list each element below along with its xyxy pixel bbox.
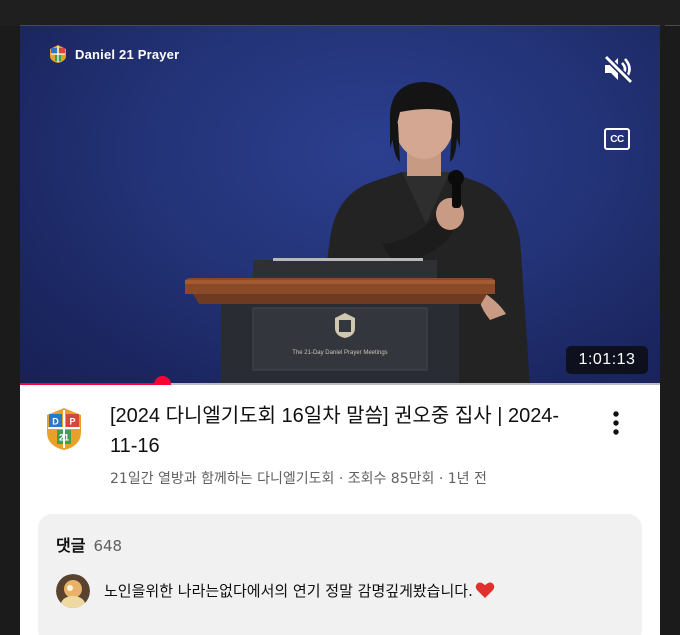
- podium: [185, 258, 495, 385]
- top-comment: 노인을위한 나라는없다에서의 연기 정말 감명깊게봤습니다.: [104, 580, 495, 601]
- video-meta[interactable]: 21일간 열방과 함께하는 다니엘기도회 · 조회수 85만회 · 1년 전: [110, 468, 610, 488]
- top-comment-text: 노인을위한 나라는없다에서의 연기 정말 감명깊게봤습니다.: [104, 582, 473, 600]
- progress-scrubber[interactable]: [154, 376, 172, 385]
- comments-panel[interactable]: 댓글 648 노인을위한 나라는없다에서의 연기 정말 감명깊게봤습니다.: [38, 514, 642, 635]
- video-title[interactable]: [2024 다니엘기도회 16일차 말씀] 권오중 집사 | 2024-11-1…: [110, 401, 580, 461]
- duration-badge: 1:01:13: [566, 346, 648, 374]
- more-options-icon[interactable]: [606, 408, 626, 438]
- comments-label: 댓글: [56, 536, 86, 555]
- svg-text:P: P: [69, 417, 75, 427]
- commenter-avatar-icon[interactable]: [56, 574, 90, 608]
- comments-header: 댓글 648: [56, 532, 122, 556]
- red-heart-icon: [475, 582, 495, 598]
- progress-fill: [20, 383, 163, 385]
- cc-icon[interactable]: CC: [604, 128, 630, 150]
- progress-bar[interactable]: [20, 376, 660, 385]
- video-player[interactable]: Daniel 21 Prayer CC The 21-Day Daniel Pr…: [20, 26, 660, 385]
- svg-text:D: D: [52, 417, 59, 427]
- channel-watermark-text: Daniel 21 Prayer: [75, 46, 180, 62]
- channel-avatar-icon[interactable]: D P 21: [44, 406, 84, 452]
- comments-count: 648: [93, 537, 123, 555]
- mute-icon[interactable]: [602, 54, 634, 84]
- divider: [665, 25, 680, 26]
- video-card: Daniel 21 Prayer CC The 21-Day Daniel Pr…: [20, 26, 660, 635]
- channel-watermark: Daniel 21 Prayer: [48, 44, 179, 64]
- podium-label: The 21-Day Daniel Prayer Meetings: [292, 350, 388, 356]
- daniel21-logo-icon: [50, 45, 66, 63]
- top-bar: [0, 0, 680, 26]
